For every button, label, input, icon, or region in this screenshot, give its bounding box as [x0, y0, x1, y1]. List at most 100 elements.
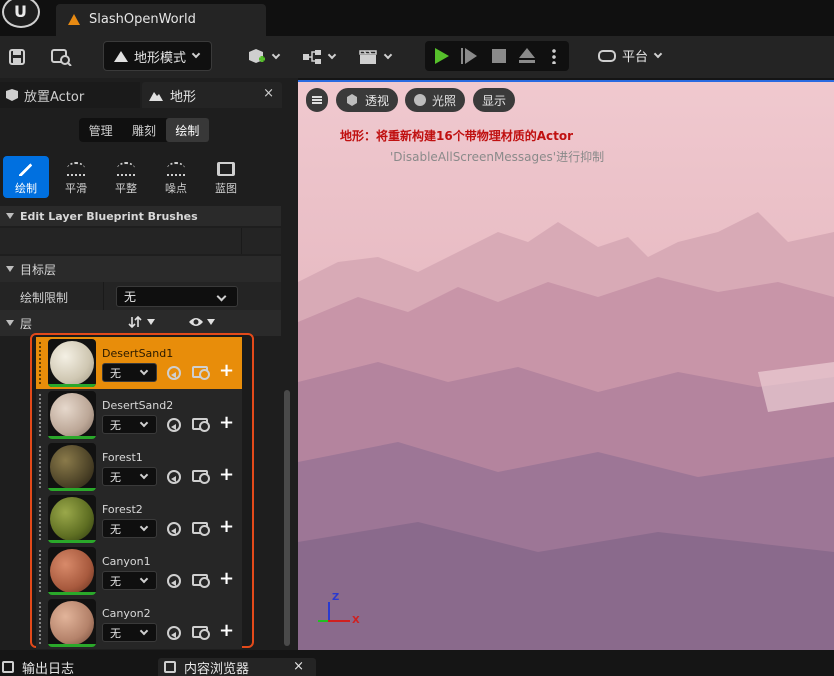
browse-asset-icon[interactable]	[192, 366, 210, 380]
eject-icon[interactable]	[519, 48, 535, 63]
title-bar: SlashOpenWorld	[0, 0, 834, 36]
gamepad-icon	[598, 49, 616, 62]
mode-dropdown[interactable]: 地形模式	[103, 41, 212, 71]
add-actor-button[interactable]	[242, 43, 282, 71]
more-options-icon[interactable]	[552, 48, 556, 64]
tool-flatten[interactable]: 平整	[103, 156, 149, 198]
edit-layer-header[interactable]: Edit Layer Blueprint Brushes	[0, 206, 281, 226]
segment-manage[interactable]: 管理	[79, 118, 122, 142]
drag-handle-icon[interactable]	[38, 601, 42, 645]
add-icon[interactable]: +	[219, 466, 235, 484]
level-tab[interactable]: SlashOpenWorld	[56, 4, 266, 36]
layer-limit-select[interactable]: 无	[102, 623, 157, 642]
browse-asset-icon[interactable]	[192, 522, 210, 536]
layer-item-forest1[interactable]: Forest1 无 +	[36, 441, 242, 493]
perspective-button[interactable]: 透视	[336, 88, 399, 112]
panel-tabs: 放置Actor 地形 ×	[0, 82, 298, 108]
chevron-down-icon	[139, 522, 149, 532]
layer-limit-select[interactable]: 无	[102, 571, 157, 590]
layer-thumbnail	[48, 599, 96, 647]
layer-item-desertsand1[interactable]: DesertSand1 无 +	[36, 337, 242, 389]
layer-item-canyon1[interactable]: Canyon1 无 +	[36, 545, 242, 597]
platforms-dropdown[interactable]: 平台	[598, 46, 663, 65]
viewport-menu-button[interactable]	[306, 88, 328, 112]
tool-blueprint[interactable]: 蓝图	[203, 156, 249, 198]
browse-asset-icon[interactable]	[192, 470, 210, 484]
collapse-arrow-icon	[6, 320, 14, 326]
tab-landscape[interactable]: 地形 ×	[142, 82, 282, 108]
collapse-arrow-icon	[6, 213, 14, 219]
drag-handle-icon[interactable]	[38, 393, 42, 437]
segment-paint[interactable]: 绘制	[165, 118, 209, 142]
level-viewport[interactable]: 透视 光照 显示 地形：将重新构建16个带物理材质的Actor 'Disable…	[298, 80, 834, 650]
stop-icon[interactable]	[492, 49, 506, 63]
advance-frame-icon[interactable]	[461, 48, 477, 64]
tab-place-actors[interactable]: 放置Actor	[0, 82, 140, 108]
close-icon[interactable]: ×	[263, 86, 274, 101]
layer-limit-select[interactable]: 无	[102, 363, 157, 382]
play-icon[interactable]	[435, 48, 449, 64]
paint-limit-select[interactable]: 无	[116, 286, 238, 307]
panel-scrollbar[interactable]	[284, 390, 290, 646]
show-button[interactable]: 显示	[473, 88, 516, 112]
tool-smooth[interactable]: 平滑	[53, 156, 99, 198]
browse-asset-icon[interactable]	[192, 418, 210, 432]
segment-sculpt[interactable]: 雕刻	[122, 118, 165, 142]
drag-handle-icon[interactable]	[38, 497, 42, 541]
add-icon[interactable]: +	[219, 518, 235, 536]
add-icon[interactable]: +	[219, 414, 235, 432]
reset-icon[interactable]	[167, 470, 181, 484]
unreal-logo-icon[interactable]	[2, 0, 40, 28]
layer-name: Canyon2	[102, 607, 151, 620]
tab-output-log[interactable]: 输出日志	[2, 658, 74, 676]
smooth-icon	[67, 162, 85, 176]
blueprint-button[interactable]	[298, 43, 338, 71]
reset-icon[interactable]	[167, 574, 181, 588]
layer-item-forest2[interactable]: Forest2 无 +	[36, 493, 242, 545]
drag-handle-icon[interactable]	[38, 549, 42, 593]
layer-limit-select[interactable]: 无	[102, 415, 157, 434]
layer-item-desertsand2[interactable]: DesertSand2 无 +	[36, 389, 242, 441]
bottom-drawer: 输出日志 内容浏览器 ×	[0, 656, 834, 676]
landscape-render	[298, 212, 834, 650]
chevron-down-icon	[383, 50, 392, 60]
lit-button[interactable]: 光照	[405, 88, 466, 112]
reset-icon[interactable]	[167, 522, 181, 536]
drag-handle-icon[interactable]	[38, 341, 42, 385]
layer-item-canyon2[interactable]: Canyon2 无 +	[36, 597, 242, 649]
content-browser-icon	[164, 661, 176, 673]
drag-handle-icon[interactable]	[38, 445, 42, 489]
add-icon[interactable]: +	[219, 570, 235, 588]
visibility-filter-button[interactable]	[188, 316, 221, 328]
browse-content-icon[interactable]	[48, 43, 74, 71]
layer-thumbnail	[48, 339, 96, 387]
browse-asset-icon[interactable]	[192, 626, 210, 640]
save-icon[interactable]	[6, 43, 28, 71]
layer-thumbnail	[48, 443, 96, 491]
platform-label: 平台	[622, 50, 649, 65]
add-icon[interactable]: +	[219, 362, 235, 380]
tab-content-browser[interactable]: 内容浏览器 ×	[158, 658, 316, 676]
noise-icon	[167, 162, 185, 176]
cinematics-button[interactable]	[354, 43, 394, 71]
sort-layers-button[interactable]	[128, 315, 161, 329]
reset-icon[interactable]	[167, 366, 181, 380]
tool-noise[interactable]: 噪点	[153, 156, 199, 198]
layer-limit-select[interactable]: 无	[102, 467, 157, 486]
target-layer-header[interactable]: 目标层	[0, 256, 281, 282]
paint-limit-label: 绘制限制	[20, 291, 69, 305]
reset-icon[interactable]	[167, 418, 181, 432]
close-icon[interactable]: ×	[293, 659, 304, 674]
reset-icon[interactable]	[167, 626, 181, 640]
add-icon[interactable]: +	[219, 622, 235, 640]
collapse-arrow-icon	[6, 266, 14, 272]
landscape-icon	[149, 92, 163, 101]
browse-asset-icon[interactable]	[192, 574, 210, 588]
tool-paint[interactable]: 绘制	[3, 156, 49, 198]
layer-thumbnail	[48, 495, 96, 543]
chevron-down-icon	[139, 574, 149, 584]
layer-limit-select[interactable]: 无	[102, 519, 157, 538]
tool-label: 噪点	[165, 182, 187, 195]
tool-label: 蓝图	[215, 182, 237, 195]
chevron-down-icon	[191, 49, 201, 59]
